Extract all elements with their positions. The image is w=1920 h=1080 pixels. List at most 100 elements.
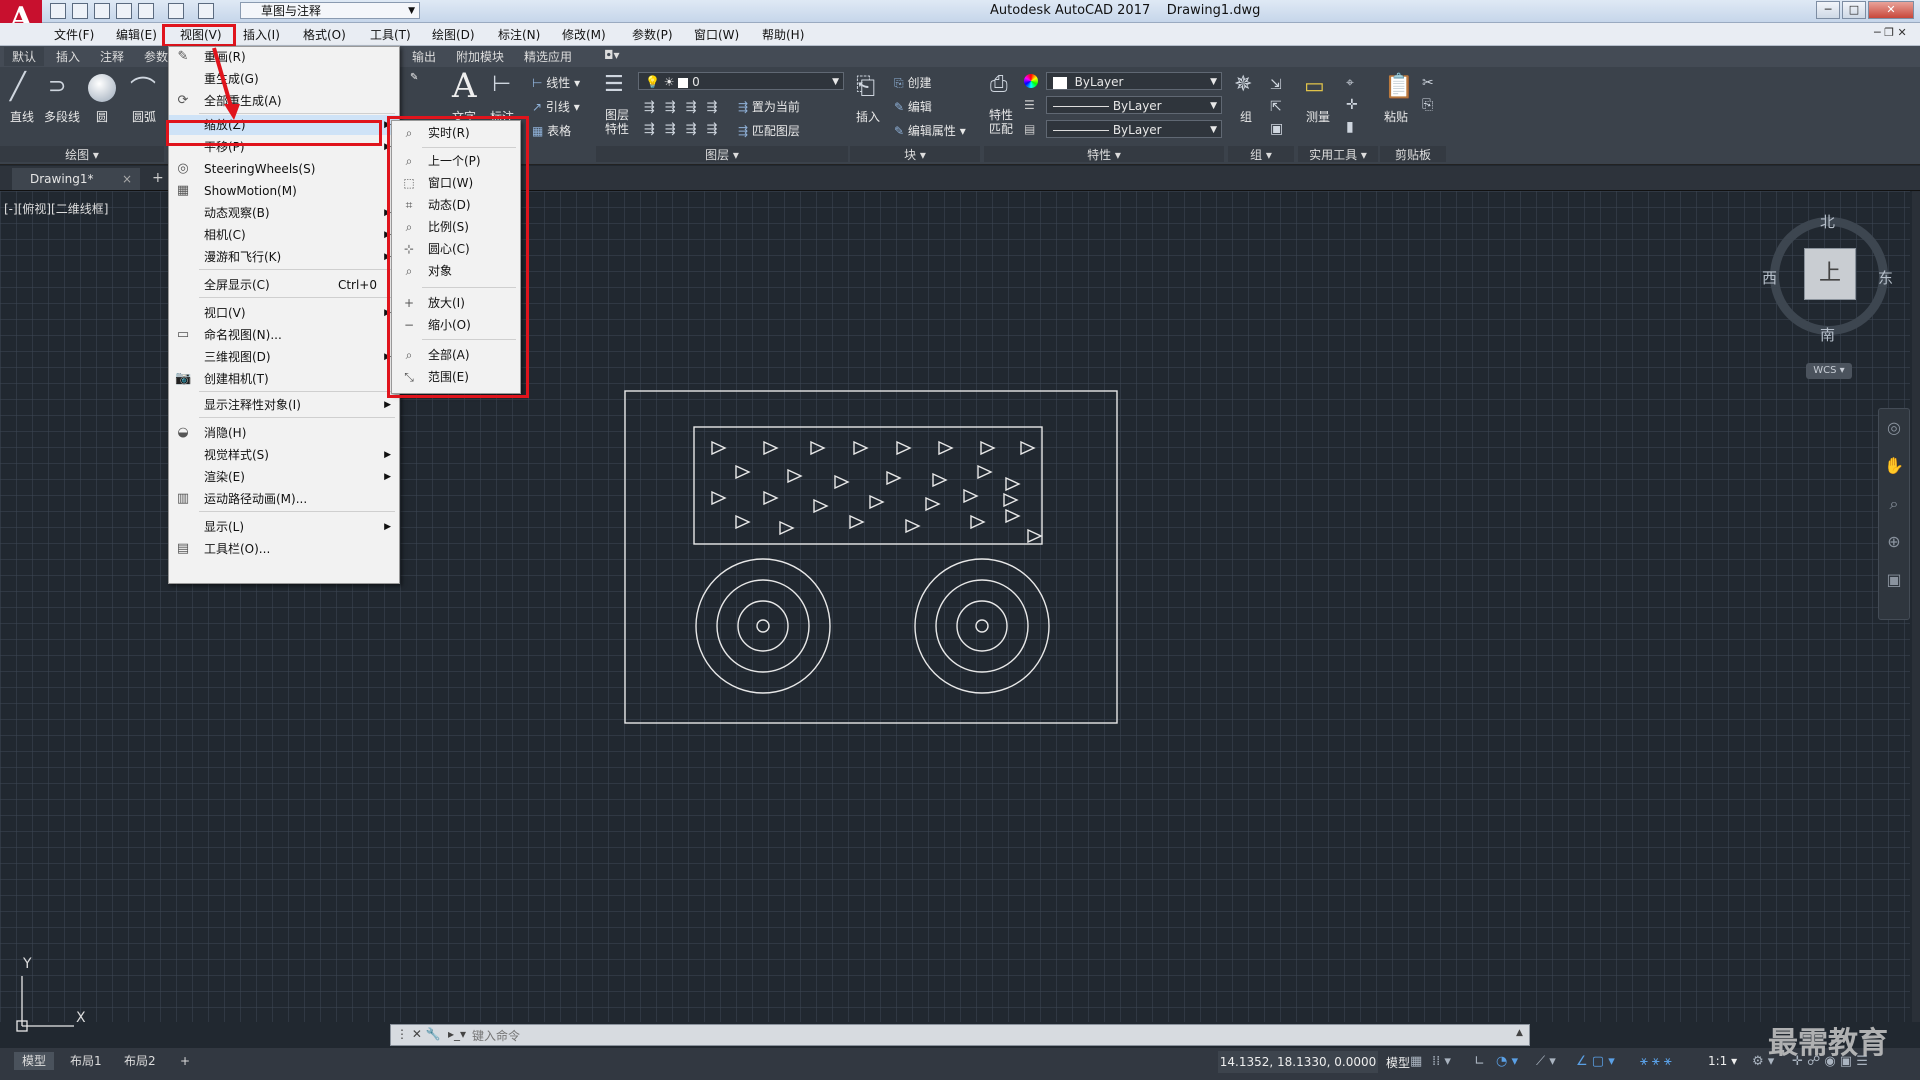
- wcs-menu[interactable]: WCS ▾: [1806, 363, 1852, 379]
- compass-west[interactable]: 西: [1762, 267, 1777, 288]
- inner-rectangle: [693, 426, 1043, 545]
- camera-icon: 📷: [175, 371, 192, 386]
- triangle-mark: [869, 494, 885, 510]
- navigation-bar[interactable]: ◎ ✋ ⌕ ⊕ ▣: [1878, 408, 1910, 620]
- view-menu-item-label: 相机(C): [204, 228, 246, 242]
- triangle-mark: [853, 440, 869, 456]
- submenu-arrow-icon: ▶: [384, 522, 391, 532]
- coordinates-display[interactable]: 14.1352, 18.1330, 0.0000: [1218, 1051, 1378, 1073]
- triangle-mark: [932, 472, 948, 488]
- triangle-mark: [896, 440, 912, 456]
- layout-tab-1[interactable]: 布局1: [62, 1052, 110, 1070]
- ucs-x-label: X: [76, 1010, 86, 1026]
- view-menu-item[interactable]: 📷 创建相机(T): [169, 369, 399, 389]
- model-space-button[interactable]: 模型: [1386, 1054, 1410, 1071]
- viewcube-top-face[interactable]: 上: [1804, 248, 1856, 300]
- view-menu-item-label: ShowMotion(M): [204, 184, 297, 198]
- view-menu-item[interactable]: 相机(C) ▶: [169, 225, 399, 245]
- status-bar: [0, 1048, 1920, 1080]
- compass-north[interactable]: 北: [1820, 211, 1835, 232]
- view-menu-item[interactable]: 视口(V) ▶: [169, 303, 399, 323]
- ortho-icon[interactable]: ∟: [1474, 1054, 1485, 1069]
- compass-east[interactable]: 东: [1878, 267, 1893, 288]
- triangle-mark: [787, 468, 803, 484]
- triangle-mark: [1003, 492, 1019, 508]
- compass-south[interactable]: 南: [1820, 324, 1835, 345]
- view-menu-item[interactable]: 动态观察(B) ▶: [169, 203, 399, 223]
- view-menu-item[interactable]: 漫游和飞行(K) ▶: [169, 247, 399, 267]
- wheel-icon: ◎: [177, 161, 189, 176]
- named-view-icon: ▭: [176, 327, 190, 342]
- view-menu-item[interactable]: ▭ 命名视图(N)...: [169, 325, 399, 345]
- triangle-mark: [834, 474, 850, 490]
- triangle-mark: [977, 464, 993, 480]
- view-menu-item[interactable]: 显示注释性对象(I) ▶: [169, 395, 399, 415]
- view-menu-item[interactable]: ◒ 消隐(H): [169, 423, 399, 443]
- triangle-mark: [763, 490, 779, 506]
- triangle-mark: [1005, 476, 1021, 492]
- view-menu-item[interactable]: ◎ SteeringWheels(S): [169, 159, 399, 179]
- motion-path-icon: ▥: [176, 491, 190, 506]
- triangle-mark: [963, 488, 979, 504]
- triangle-mark: [711, 490, 727, 506]
- add-layout-icon[interactable]: +: [172, 1052, 198, 1070]
- view-menu-item-label: 显示注释性对象(I): [204, 398, 301, 412]
- view-menu-shortcut: Ctrl+0: [337, 278, 377, 292]
- menu-separator: [199, 269, 395, 270]
- triangle-pattern: [711, 440, 1043, 544]
- view-menu-item[interactable]: ▦ ShowMotion(M): [169, 181, 399, 201]
- view-menu-item[interactable]: 视觉样式(S) ▶: [169, 445, 399, 465]
- annotation-arrow: [212, 47, 240, 120]
- view-menu-item[interactable]: 渲染(E) ▶: [169, 467, 399, 487]
- scale-value: 1:1: [1708, 1054, 1728, 1068]
- command-input[interactable]: [470, 1027, 1514, 1045]
- view-menu-item[interactable]: 全屏显示(C) Ctrl+0: [169, 275, 399, 295]
- right-concentric-circles: [914, 558, 1050, 694]
- triangle-mark: [711, 440, 727, 456]
- snap-icon[interactable]: ⁞⁞ ▾: [1432, 1054, 1451, 1069]
- submenu-arrow-icon: ▶: [384, 450, 391, 460]
- nav-tools-icons[interactable]: ◎ ✋ ⌕ ⊕ ▣: [1879, 409, 1909, 599]
- command-prompt-icon[interactable]: ▸_▾: [448, 1027, 466, 1041]
- hide-icon: ◒: [177, 425, 189, 440]
- view-menu-item-label: 渲染(E): [204, 470, 245, 484]
- triangle-mark: [779, 520, 795, 536]
- triangle-mark: [849, 514, 865, 530]
- isodraft-icon[interactable]: ⟋ ▾: [1536, 1054, 1556, 1069]
- submenu-arrow-icon: ▶: [384, 400, 391, 410]
- triangle-mark: [1027, 528, 1043, 544]
- menu-separator: [199, 417, 395, 418]
- view-menu-item[interactable]: ▥ 运动路径动画(M)...: [169, 489, 399, 509]
- triangle-mark: [938, 440, 954, 456]
- layout-tab-2[interactable]: 布局2: [116, 1052, 164, 1070]
- triangle-mark: [980, 440, 996, 456]
- view-menu-item-label: 三维视图(D): [204, 350, 271, 364]
- submenu-arrow-icon: ▶: [384, 472, 391, 482]
- view-menu-item-label: 视口(V): [204, 306, 246, 320]
- view-menu-item-label: 命名视图(N)...: [204, 328, 282, 342]
- highlight-zoom-submenu: [387, 116, 529, 398]
- ucs-y-label: Y: [23, 956, 32, 972]
- view-menu-item[interactable]: 显示(L) ▶: [169, 517, 399, 537]
- layout-tab-model[interactable]: 模型: [14, 1052, 55, 1070]
- triangle-mark: [886, 470, 902, 486]
- view-menu-item[interactable]: ▤ 工具栏(O)...: [169, 539, 399, 559]
- command-history-icon[interactable]: ▲: [1516, 1028, 1523, 1038]
- triangle-mark: [735, 464, 751, 480]
- object-snap-icon[interactable]: ∠ ▢ ▾: [1576, 1054, 1615, 1069]
- grid-icon[interactable]: ▦: [1410, 1054, 1422, 1069]
- menu-separator: [199, 297, 395, 298]
- toolbar-icon: ▤: [176, 541, 190, 556]
- outer-rectangle: [624, 390, 1118, 724]
- menu-separator: [199, 391, 395, 392]
- polar-icon[interactable]: ◔ ▾: [1496, 1054, 1518, 1069]
- command-line-controls[interactable]: ⋮ ✕ 🔧: [396, 1027, 441, 1041]
- scale-dropdown[interactable]: 1:1 ▾: [1708, 1054, 1737, 1068]
- annotation-scale-icon[interactable]: ⚹ ⚹ ⚹: [1640, 1054, 1672, 1069]
- view-menu-item-label: 运动路径动画(M)...: [204, 492, 308, 506]
- view-menu-item[interactable]: 三维视图(D) ▶: [169, 347, 399, 367]
- watermark-text: 最需教育: [1768, 1026, 1888, 1061]
- view-menu-item-label: 消隐(H): [204, 426, 247, 440]
- view-menu-item-label: 漫游和飞行(K): [204, 250, 282, 264]
- triangle-mark: [905, 518, 921, 534]
